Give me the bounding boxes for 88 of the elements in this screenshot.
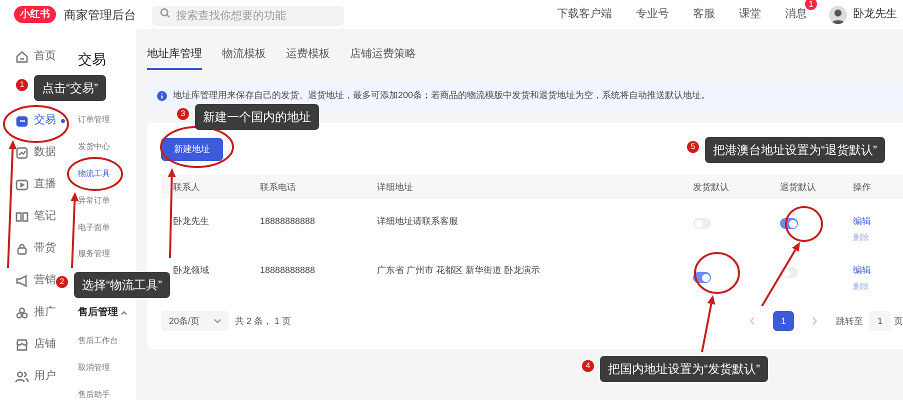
edit-link[interactable]: 编辑: [853, 264, 871, 278]
logo: 小红书: [14, 6, 56, 23]
nav-item[interactable]: 带货: [15, 239, 56, 258]
table-cell: 卧龙领域: [173, 265, 209, 276]
column-header: 退货默认: [780, 182, 816, 192]
top-link[interactable]: 消息: [785, 8, 807, 20]
nav-icon: [15, 370, 29, 384]
chevron-left-icon: [750, 317, 755, 326]
tab[interactable]: 店铺运费策略: [350, 43, 416, 70]
nav-icon: [15, 210, 29, 224]
step-number-badge: 4: [582, 360, 594, 372]
search-icon: [160, 8, 170, 18]
callout-label: 点击“交易”: [34, 75, 106, 101]
edit-link[interactable]: 编辑: [853, 215, 871, 229]
top-link[interactable]: 专业号: [636, 8, 669, 20]
annotation-arrow: [761, 242, 800, 307]
nav-item[interactable]: 店铺: [15, 335, 56, 354]
nav-icon: [15, 274, 29, 288]
jump-suffix: 页: [894, 314, 903, 328]
highlight-ellipse: [694, 252, 740, 294]
user-avatar: [829, 6, 847, 24]
tab[interactable]: 地址库管理: [147, 43, 202, 70]
new-address-button[interactable]: 新建地址: [161, 138, 223, 162]
annotation-arrow: [701, 295, 716, 352]
submenu-item[interactable]: 取消管理: [78, 362, 110, 374]
callout-label: 选择“物流工具”: [74, 272, 170, 298]
info-icon: [157, 91, 167, 101]
top-link[interactable]: 下载客户端: [557, 8, 612, 20]
tab[interactable]: 物流模板: [222, 43, 266, 70]
nav-icon: [15, 50, 29, 64]
nav-item[interactable]: 营销: [15, 271, 56, 290]
submenu-item[interactable]: 异常订单: [78, 194, 110, 207]
nav-icon: [15, 146, 29, 160]
jump-label: 跳转至: [836, 314, 863, 328]
search-field[interactable]: 搜索查找你想要的功能: [152, 6, 344, 26]
callout-label: 把港澳台地址设置为“退货默认”: [705, 137, 885, 163]
column-header: 操作: [853, 182, 871, 192]
nav-item[interactable]: 首页: [15, 47, 56, 66]
nav-item[interactable]: 推广: [15, 303, 56, 322]
column-header: 联系人: [173, 182, 200, 192]
table-cell: 18888888888: [260, 265, 316, 276]
nav-icon: [15, 306, 29, 320]
submenu-item[interactable]: 服务管理: [78, 248, 110, 260]
callout-label: 新建一个国内的地址: [195, 104, 319, 130]
page-summary: 共 2 条， 1 页: [235, 314, 292, 328]
page-jump-field[interactable]: 1: [869, 311, 891, 332]
top-link[interactable]: 客服: [693, 8, 715, 20]
nav-item[interactable]: 用户: [15, 367, 56, 386]
nav-icon: [15, 114, 29, 128]
submenu-item[interactable]: 电子面单: [78, 222, 110, 234]
notification-badge: 1: [805, 0, 817, 10]
notice-text: 地址库管理用来保存自己的发货、退货地址，最多可添加200条；若商品的物流模版中发货和退货地址为空，系统将自动推送默认地址。: [173, 89, 710, 102]
submenu-item[interactable]: 订单管理: [78, 114, 110, 126]
nav-icon: [15, 338, 29, 352]
step-number-badge: 3: [177, 108, 189, 120]
tab[interactable]: 运费模板: [286, 43, 330, 70]
table-cell: 广东省 广州市 花都区 新华街道 卧龙演示: [377, 265, 540, 276]
table-cell: 详细地址请联系客服: [377, 216, 458, 226]
submenu-title: 交易: [78, 50, 107, 69]
submenu-item[interactable]: 售后助手: [78, 388, 110, 400]
nav-item[interactable]: 交易: [15, 111, 65, 130]
table-cell: 18888888888: [260, 216, 316, 226]
table-cell: 卧龙先生: [173, 216, 209, 226]
nav-item[interactable]: 笔记: [15, 207, 56, 226]
top-link[interactable]: 课堂: [739, 8, 761, 20]
nav-icon: [15, 242, 29, 256]
app-title: 商家管理后台: [64, 6, 136, 24]
highlight-ellipse: [785, 206, 823, 242]
column-header: 发货默认: [693, 182, 729, 192]
highlight-ellipse: [3, 105, 69, 143]
submenu-item[interactable]: 售后工作台: [78, 335, 118, 348]
chevron-right-icon: [812, 317, 817, 326]
nav-item[interactable]: 直播: [15, 175, 56, 194]
page-button[interactable]: 1: [773, 311, 794, 332]
chevron-down-icon: [214, 319, 221, 324]
highlight-ellipse: [67, 157, 123, 191]
user-name[interactable]: 卧龙先生: [853, 6, 897, 23]
nav-icon: [15, 178, 29, 192]
column-header: 联系电话: [260, 182, 296, 192]
toggle-switch[interactable]: [780, 267, 798, 278]
submenu-item[interactable]: 发货中心: [78, 141, 110, 154]
page-size-select[interactable]: 20条/页: [161, 311, 229, 332]
nav-item[interactable]: 数据: [15, 143, 56, 162]
column-header: 详细地址: [377, 182, 413, 192]
submenu-item[interactable]: 物流工具: [78, 168, 110, 180]
group-header[interactable]: 售后管理: [78, 298, 127, 328]
caret-icon: [121, 310, 127, 315]
callout-label: 把国内地址设置为“发货默认”: [600, 356, 768, 382]
